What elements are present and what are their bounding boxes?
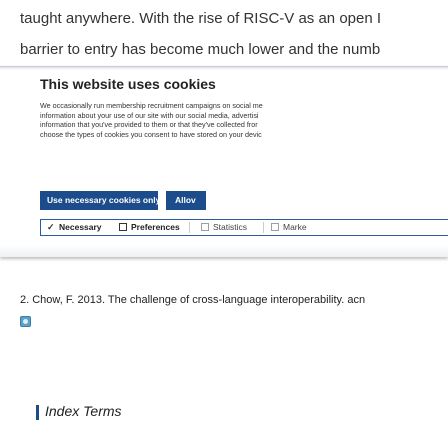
use-necessary-cookies-button[interactable]: Use necessary cookies only <box>40 191 158 210</box>
cookie-preferences-bar: ✓ Necessary Preferences Statistics Marke <box>40 219 448 236</box>
cookie-text-line: choose the types of cookies you consent … <box>40 129 262 139</box>
index-terms-heading[interactable]: Index Terms <box>45 403 122 419</box>
cookie-consent-banner: This website uses cookies We occasionall… <box>0 66 448 257</box>
allow-cookies-button[interactable]: Allov <box>166 191 206 210</box>
article-text-line-1: taught anywhere. With the rise of RISC-V… <box>20 10 382 27</box>
article-text-line-2: barrier to entry has become much lower a… <box>20 41 381 58</box>
preferences-divider <box>189 222 190 233</box>
checkbox-icon <box>271 223 279 231</box>
marketing-checkbox[interactable]: Marke <box>271 220 307 235</box>
cookie-banner-title: This website uses cookies <box>40 76 216 92</box>
crossref-icon[interactable] <box>20 316 31 327</box>
checkbox-icon <box>119 223 127 231</box>
marketing-label: Marke <box>283 222 307 232</box>
statistics-checkbox[interactable]: Statistics <box>201 220 247 235</box>
statistics-label: Statistics <box>213 222 248 232</box>
preferences-divider <box>263 222 264 233</box>
reference-item: 2. Chow, F. 2013. The challenge of cross… <box>20 294 366 306</box>
cookie-text-line: information that you've provided to them… <box>40 120 258 130</box>
cookie-text-line: information about your use of our site w… <box>40 110 259 120</box>
cookie-text-line: We occasionally run membership recruitme… <box>40 101 263 110</box>
banner-bottom-shadow <box>0 245 448 257</box>
cookie-banner-description: We occasionally run membership recruitme… <box>40 101 448 139</box>
section-marker <box>36 405 39 420</box>
checkmark-icon: ✓ <box>47 222 55 232</box>
preferences-label: Preferences <box>131 222 180 232</box>
necessary-label: Necessary <box>59 222 102 232</box>
checkbox-icon <box>201 223 209 231</box>
banner-top-shadow <box>0 67 448 70</box>
necessary-checkbox[interactable]: ✓ Necessary <box>47 220 102 235</box>
preferences-checkbox[interactable]: Preferences <box>119 220 180 235</box>
